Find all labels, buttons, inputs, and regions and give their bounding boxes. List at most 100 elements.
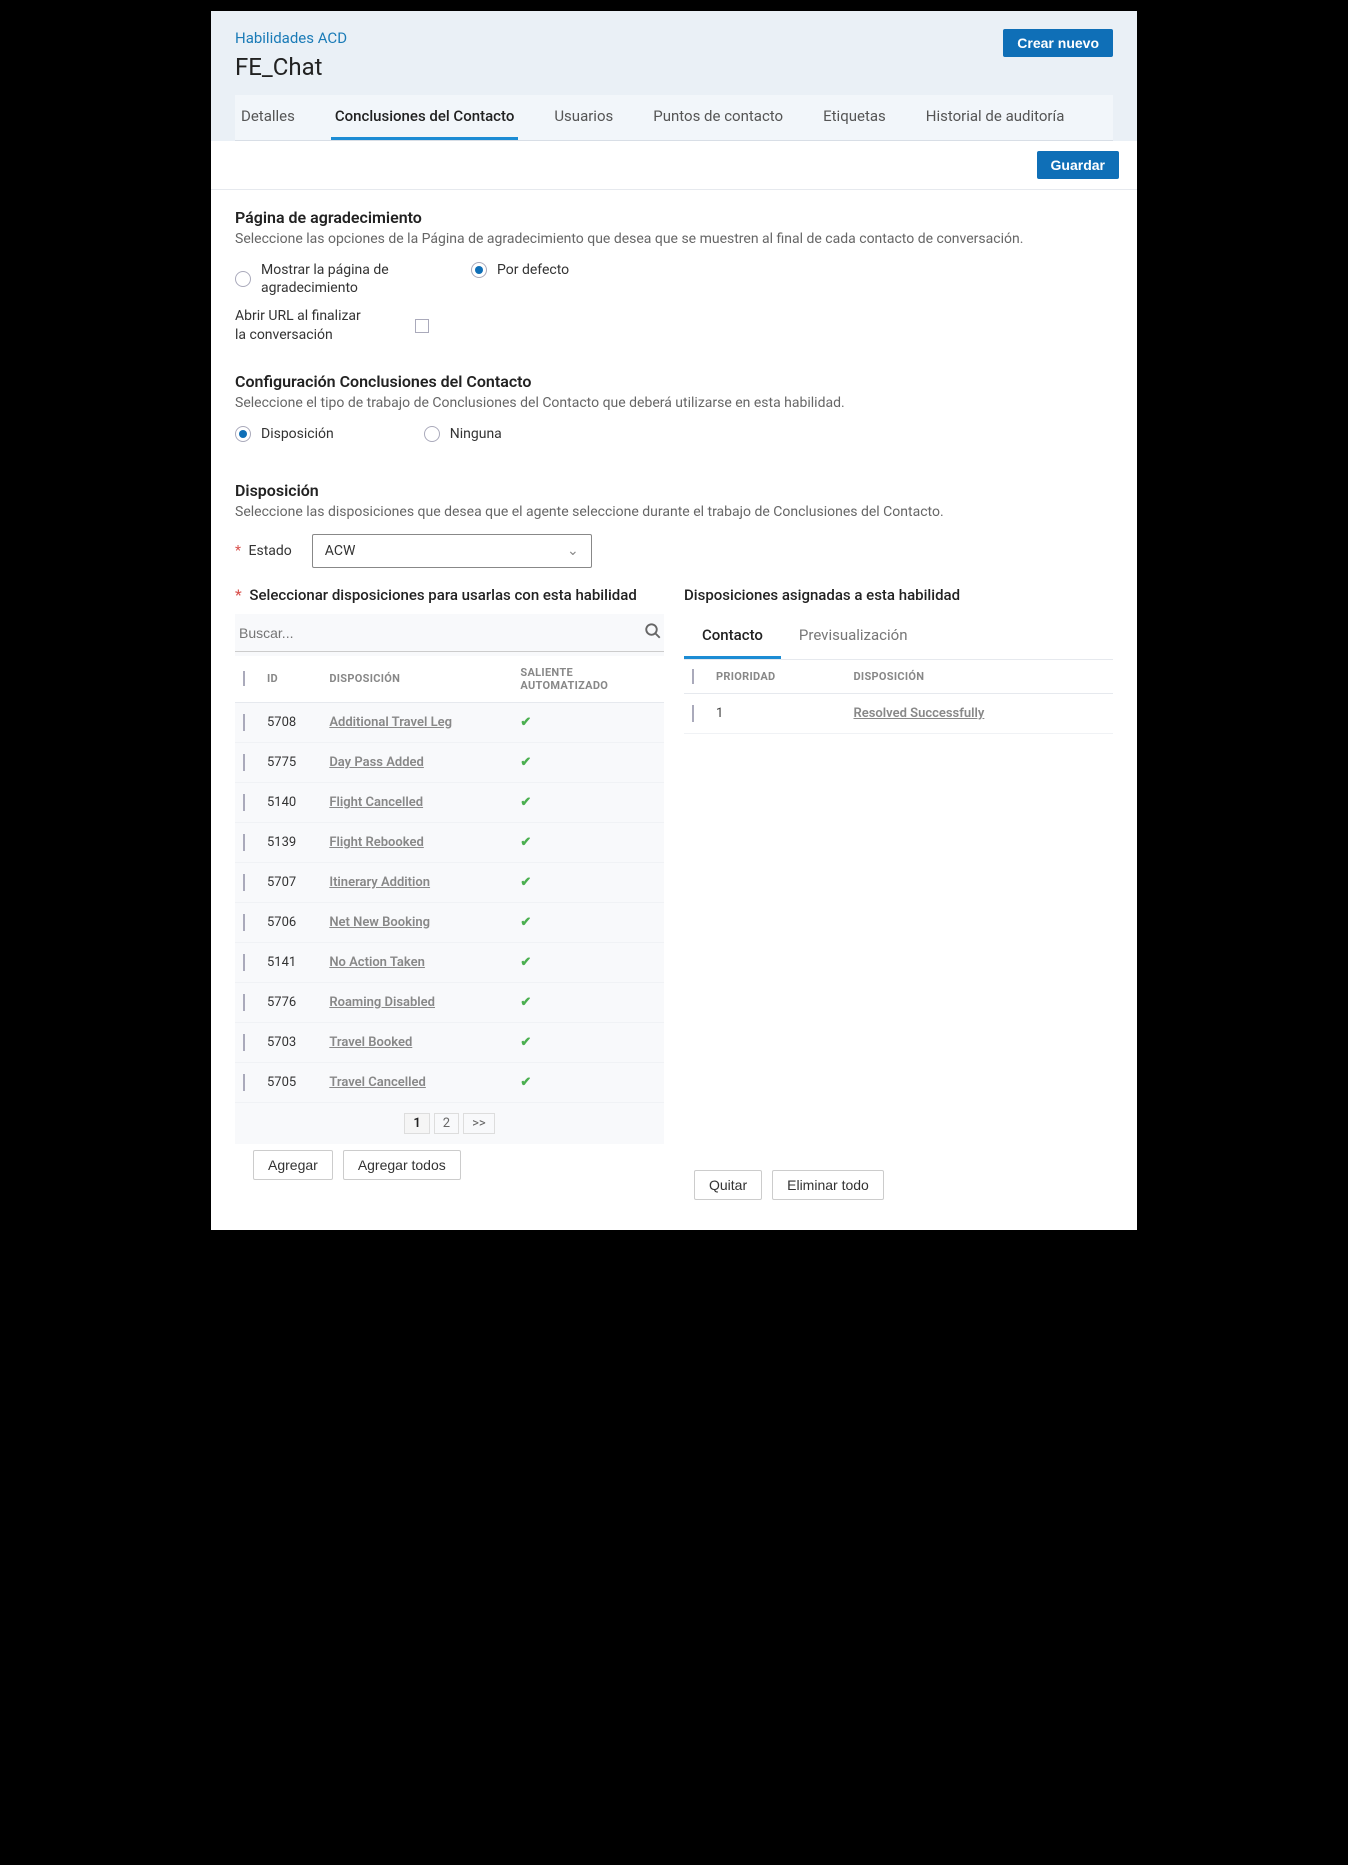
radio-label: Mostrar la página de agradecimiento [261, 261, 401, 297]
row-dispo-link[interactable]: Flight Rebooked [321, 822, 512, 862]
check-icon: ✔ [520, 755, 531, 770]
row-checkbox[interactable] [243, 994, 245, 1011]
table-row: 5708Additional Travel Leg✔ [235, 702, 664, 742]
pager: 1 2 >> [235, 1103, 664, 1144]
row-dispo-link[interactable]: Resolved Successfully [845, 693, 1113, 733]
check-icon: ✔ [520, 715, 531, 730]
pager-page-1[interactable]: 1 [404, 1113, 429, 1134]
row-id: 5776 [259, 982, 321, 1022]
col-id[interactable]: ID [259, 656, 321, 703]
row-checkbox[interactable] [243, 754, 245, 771]
row-dispo-link[interactable]: Travel Cancelled [321, 1062, 512, 1102]
row-checkbox[interactable] [243, 1034, 245, 1051]
row-dispo-link[interactable]: No Action Taken [321, 942, 512, 982]
pager-next[interactable]: >> [463, 1113, 495, 1134]
available-table: ID DISPOSICIÓN SALIENTE AUTOMATIZADO 570… [235, 656, 664, 1103]
row-dispo-link[interactable]: Net New Booking [321, 902, 512, 942]
state-value: ACW [325, 543, 356, 559]
table-row: 1Resolved Successfully [684, 693, 1113, 733]
row-checkbox[interactable] [243, 1074, 245, 1091]
row-outbound: ✔ [512, 1022, 664, 1062]
radio-disposition[interactable]: Disposición [235, 425, 334, 443]
radio-show-thanks[interactable]: Mostrar la página de agradecimiento [235, 261, 401, 297]
row-checkbox[interactable] [243, 874, 245, 891]
col-dispo[interactable]: DISPOSICIÓN [321, 656, 512, 703]
table-row: 5140Flight Cancelled ✔ [235, 782, 664, 822]
row-outbound: ✔ [512, 702, 664, 742]
thanks-title: Página de agradecimiento [235, 208, 1113, 227]
table-row: 5139Flight Rebooked✔ [235, 822, 664, 862]
tab-users[interactable]: Usuarios [550, 95, 617, 140]
breadcrumb[interactable]: Habilidades ACD [235, 29, 1113, 47]
row-dispo-link[interactable]: Roaming Disabled [321, 982, 512, 1022]
row-outbound: ✔ [512, 1062, 664, 1102]
state-select[interactable]: ACW ⌄ [312, 534, 592, 568]
table-row: 5707Itinerary Addition✔ [235, 862, 664, 902]
remove-all-button[interactable]: Eliminar todo [772, 1170, 884, 1200]
check-icon: ✔ [520, 1035, 531, 1050]
check-icon: ✔ [520, 1075, 531, 1090]
available-title: * Seleccionar disposiciones para usarlas… [235, 578, 664, 614]
tab-post-contact[interactable]: Conclusiones del Contacto [331, 95, 518, 140]
table-row: 5775Day Pass Added ✔ [235, 742, 664, 782]
row-id: 5703 [259, 1022, 321, 1062]
row-id: 5139 [259, 822, 321, 862]
row-dispo-link[interactable]: Additional Travel Leg [321, 702, 512, 742]
radio-icon [235, 271, 251, 287]
col-dispo-right[interactable]: DISPOSICIÓN [845, 660, 1113, 694]
remove-button[interactable]: Quitar [694, 1170, 762, 1200]
table-row: 5703Travel Booked ✔ [235, 1022, 664, 1062]
save-button[interactable]: Guardar [1037, 151, 1119, 179]
radio-default[interactable]: Por defecto [471, 261, 569, 279]
pcc-title: Configuración Conclusiones del Contacto [235, 372, 1113, 391]
table-row: 5705Travel Cancelled✔ [235, 1062, 664, 1102]
subtab-contact[interactable]: Contacto [684, 614, 781, 659]
create-new-button[interactable]: Crear nuevo [1003, 29, 1113, 57]
radio-icon [424, 426, 440, 442]
assigned-title: Disposiciones asignadas a esta habilidad [684, 578, 1113, 614]
row-checkbox[interactable] [243, 914, 245, 931]
row-checkbox[interactable] [243, 794, 245, 811]
pager-page-2[interactable]: 2 [434, 1113, 459, 1134]
available-title-text: Seleccionar disposiciones para usarlas c… [249, 586, 636, 604]
row-dispo-link[interactable]: Travel Booked [321, 1022, 512, 1062]
search-icon[interactable] [644, 622, 662, 645]
tab-poc[interactable]: Puntos de contacto [649, 95, 787, 140]
tab-details[interactable]: Detalles [237, 95, 299, 140]
checkbox-icon [415, 319, 429, 333]
table-row: 5706Net New Booking✔ [235, 902, 664, 942]
radio-none[interactable]: Ninguna [424, 425, 502, 443]
checkbox-open-url[interactable]: Abrir URL al finalizar la conversación [235, 307, 1113, 343]
row-id: 5775 [259, 742, 321, 782]
row-outbound: ✔ [512, 982, 664, 1022]
row-checkbox[interactable] [243, 714, 245, 731]
row-priority: 1 [708, 693, 845, 733]
row-checkbox[interactable] [692, 705, 694, 722]
col-outbound[interactable]: SALIENTE AUTOMATIZADO [512, 656, 664, 703]
page-title: FE_Chat [235, 53, 1113, 81]
add-all-button[interactable]: Agregar todos [343, 1150, 461, 1180]
row-dispo-link[interactable]: Day Pass Added [321, 742, 512, 782]
row-dispo-link[interactable]: Flight Cancelled [321, 782, 512, 822]
thanks-section: Página de agradecimiento Seleccione las … [211, 190, 1137, 354]
row-dispo-link[interactable]: Itinerary Addition [321, 862, 512, 902]
row-checkbox[interactable] [243, 834, 245, 851]
check-icon: ✔ [520, 795, 531, 810]
search-input[interactable] [237, 624, 644, 642]
select-all-checkbox[interactable] [243, 671, 245, 686]
assigned-table: PRIORIDAD DISPOSICIÓN 1Resolved Successf… [684, 660, 1113, 734]
check-icon: ✔ [520, 955, 531, 970]
col-priority[interactable]: PRIORIDAD [708, 660, 845, 694]
row-outbound: ✔ [512, 942, 664, 982]
row-id: 5706 [259, 902, 321, 942]
select-all-assigned-checkbox[interactable] [692, 669, 694, 684]
required-asterisk: * [235, 543, 241, 559]
tab-tags[interactable]: Etiquetas [819, 95, 890, 140]
tab-audit[interactable]: Historial de auditoría [922, 95, 1069, 140]
available-dispositions-col: * Seleccionar disposiciones para usarlas… [235, 578, 664, 1220]
row-id: 5141 [259, 942, 321, 982]
row-checkbox[interactable] [243, 954, 245, 971]
subtab-preview[interactable]: Previsualización [781, 614, 926, 659]
row-id: 5140 [259, 782, 321, 822]
add-button[interactable]: Agregar [253, 1150, 333, 1180]
